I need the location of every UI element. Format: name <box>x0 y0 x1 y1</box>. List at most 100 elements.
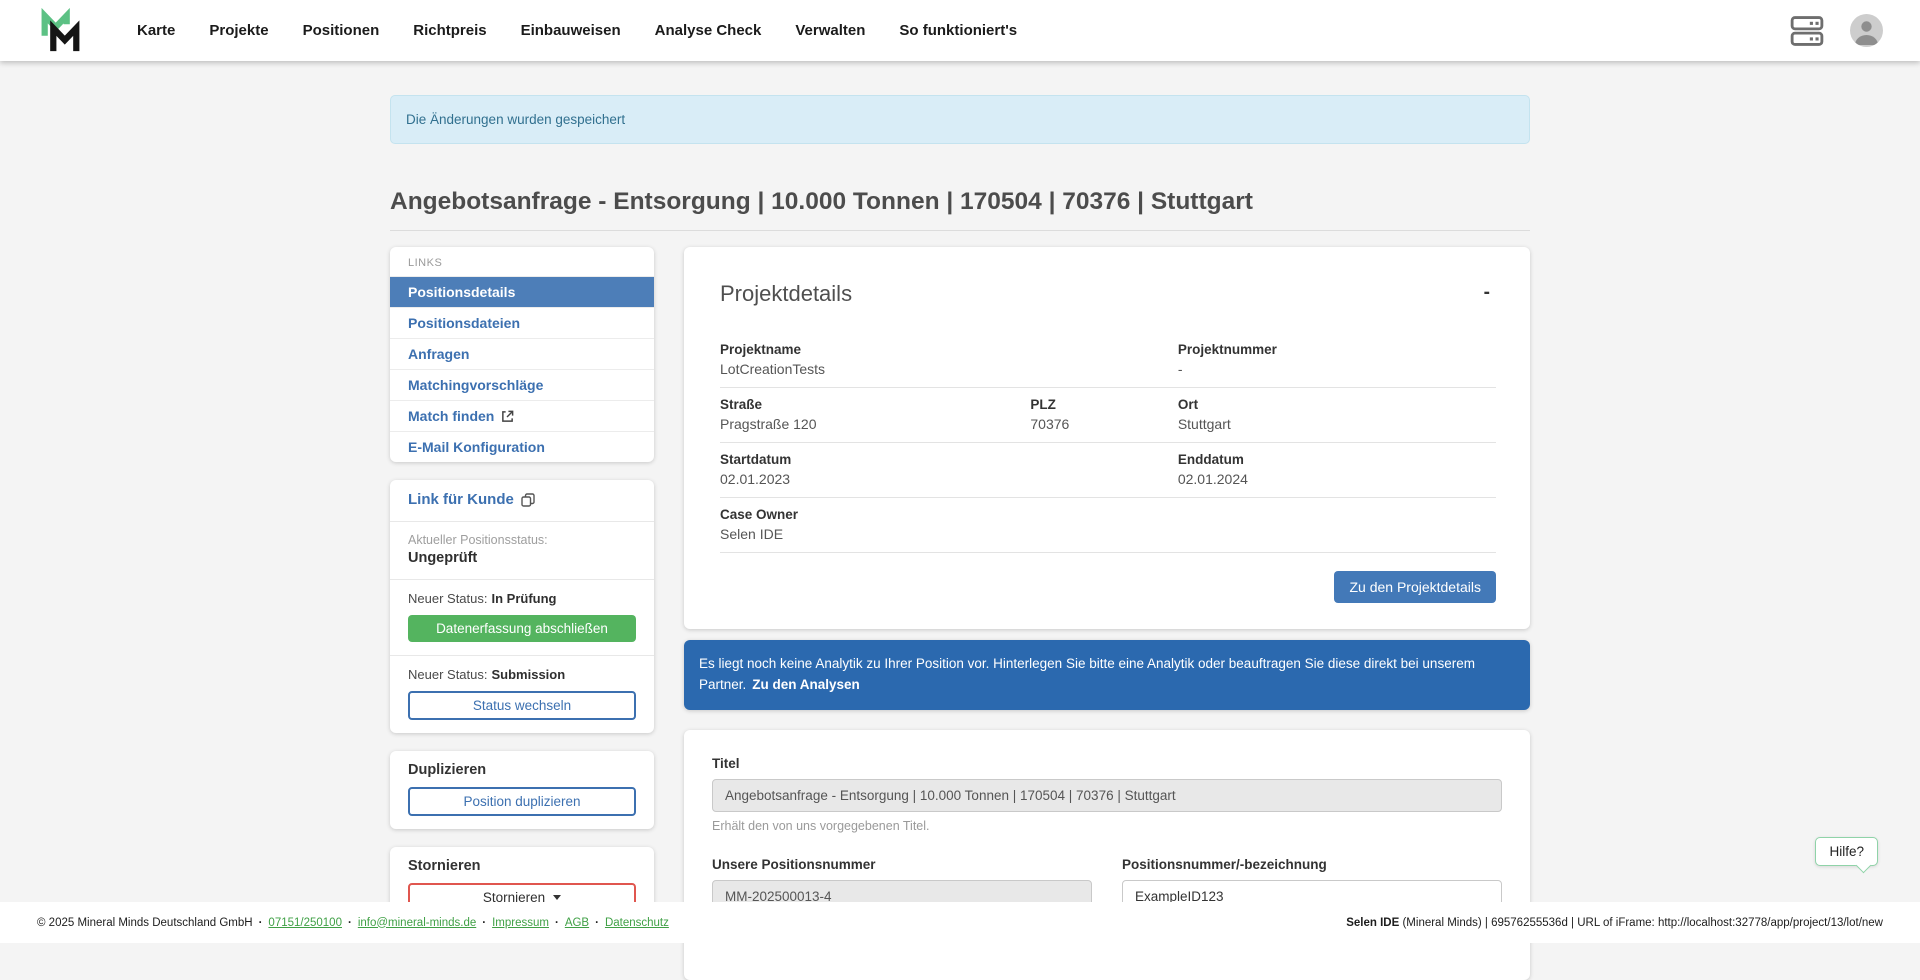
nav-item-analyse-check[interactable]: Analyse Check <box>655 22 762 39</box>
project-details-card: Projektdetails - Projektname LotCreation… <box>684 247 1530 629</box>
sidebar-item-positionsdateien[interactable]: Positionsdateien <box>390 307 654 338</box>
links-panel-header: LINKS <box>390 247 654 276</box>
footer-link-datenschutz[interactable]: Datenschutz <box>605 917 669 929</box>
sidebar: LINKS Positionsdetails Positionsdateien … <box>390 247 654 925</box>
titel-help-text: Erhält den von uns vorgegebenen Titel. <box>712 819 1502 833</box>
new-status-line-1: Neuer Status: In Prüfung <box>408 591 636 606</box>
project-row-name-number: Projektname LotCreationTests Projektnumm… <box>720 333 1496 388</box>
customer-link[interactable]: Link für Kunde <box>408 491 636 508</box>
new-status-value: Submission <box>492 667 566 682</box>
customer-link-label: Link für Kunde <box>408 491 514 508</box>
nav-item-karte[interactable]: Karte <box>137 22 175 39</box>
sidebar-item-email-konfiguration[interactable]: E-Mail Konfiguration <box>390 431 654 462</box>
analytics-info-banner: Es liegt noch keine Analytik zu Ihrer Po… <box>684 640 1530 710</box>
position-number-label: Positionsnummer/-bezeichnung <box>1122 857 1502 872</box>
current-status-label: Aktueller Positionsstatus: <box>408 533 636 547</box>
help-button[interactable]: Hilfe? <box>1815 837 1878 866</box>
sidebar-item-label: Matchingvorschläge <box>408 377 543 393</box>
project-row-dates: Startdatum 02.01.2023 Enddatum 02.01.202… <box>720 443 1496 498</box>
enddatum-value: 02.01.2024 <box>1178 471 1496 487</box>
new-status-line-2: Neuer Status: Submission <box>408 667 636 682</box>
sidebar-item-positionsdetails[interactable]: Positionsdetails <box>390 276 654 307</box>
status-panel: Link für Kunde Aktueller Positionsstatus… <box>390 480 654 733</box>
separator-dot <box>482 917 486 929</box>
new-status-value: In Prüfung <box>492 591 557 606</box>
sidebar-item-label: E-Mail Konfiguration <box>408 439 545 455</box>
sidebar-item-matchingvorschlaege[interactable]: Matchingvorschläge <box>390 369 654 400</box>
nav-item-richtpreis[interactable]: Richtpreis <box>413 22 486 39</box>
footer-link-agb[interactable]: AGB <box>565 917 589 929</box>
titel-input <box>712 779 1502 812</box>
mineral-minds-logo-icon[interactable] <box>37 8 83 54</box>
user-avatar-icon[interactable] <box>1850 14 1883 47</box>
to-project-details-button[interactable]: Zu den Projektdetails <box>1334 571 1496 603</box>
duplicate-position-button[interactable]: Position duplizieren <box>408 787 636 816</box>
duplicate-panel: Duplizieren Position duplizieren <box>390 751 654 829</box>
separator-dot <box>259 917 263 929</box>
ort-value: Stuttgart <box>1178 416 1496 432</box>
server-stack-icon[interactable] <box>1790 15 1824 47</box>
startdatum-label: Startdatum <box>720 452 1030 467</box>
project-row-address: Straße Pragstraße 120 PLZ 70376 Ort Stut… <box>720 388 1496 443</box>
titel-label: Titel <box>712 756 1502 771</box>
saved-alert: Die Änderungen wurden gespeichert <box>390 95 1530 144</box>
external-link-icon <box>501 410 514 423</box>
enddatum-label: Enddatum <box>1178 452 1496 467</box>
project-row-owner: Case Owner Selen IDE <box>720 498 1496 553</box>
footer-link-impressum[interactable]: Impressum <box>492 917 549 929</box>
separator-dot <box>555 917 559 929</box>
footer-link-phone[interactable]: 07151/250100 <box>268 917 342 929</box>
sidebar-item-anfragen[interactable]: Anfragen <box>390 338 654 369</box>
nav-item-projekte[interactable]: Projekte <box>209 22 268 39</box>
separator-dot <box>595 917 599 929</box>
saved-alert-text: Die Änderungen wurden gespeichert <box>406 112 625 127</box>
footer-session-info: Selen IDE (Mineral Minds) | 69576255536d… <box>1346 917 1883 929</box>
copyright-text: © 2025 Mineral Minds Deutschland GmbH <box>37 917 253 929</box>
projektname-value: LotCreationTests <box>720 361 1030 377</box>
top-navigation: Karte Projekte Positionen Richtpreis Ein… <box>0 0 1920 61</box>
nav-item-positionen[interactable]: Positionen <box>303 22 380 39</box>
projektname-label: Projektname <box>720 342 1030 357</box>
footer-user-name: Selen IDE <box>1346 917 1399 929</box>
case-owner-label: Case Owner <box>720 507 1030 522</box>
duplicate-panel-header: Duplizieren <box>408 762 636 778</box>
footer-session-details: (Mineral Minds) | 69576255536d | URL of … <box>1399 917 1883 929</box>
to-analyses-link[interactable]: Zu den Analysen <box>752 677 860 692</box>
plz-label: PLZ <box>1030 397 1177 412</box>
page-title: Angebotsanfrage - Entsorgung | 10.000 To… <box>390 188 1530 231</box>
case-owner-value: Selen IDE <box>720 526 1030 542</box>
nav-item-verwalten[interactable]: Verwalten <box>795 22 865 39</box>
complete-data-entry-button[interactable]: Datenerfassung abschließen <box>408 615 636 642</box>
copy-icon <box>521 493 535 507</box>
sidebar-item-label: Match finden <box>408 408 494 424</box>
caret-down-icon <box>553 895 561 900</box>
cancel-panel-header: Stornieren <box>408 858 636 874</box>
switch-status-button[interactable]: Status wechseln <box>408 691 636 720</box>
projektnummer-value: - <box>1178 361 1496 377</box>
nav-right-actions <box>1790 14 1883 47</box>
links-panel: LINKS Positionsdetails Positionsdateien … <box>390 247 654 462</box>
footer-link-email[interactable]: info@mineral-minds.de <box>358 917 476 929</box>
strasse-label: Straße <box>720 397 1030 412</box>
collapse-button[interactable]: - <box>1478 281 1496 304</box>
strasse-value: Pragstraße 120 <box>720 416 1030 432</box>
sidebar-item-label: Anfragen <box>408 346 469 362</box>
footer: © 2025 Mineral Minds Deutschland GmbH 07… <box>0 902 1920 943</box>
our-position-number-label: Unsere Positionsnummer <box>712 857 1092 872</box>
ort-label: Ort <box>1178 397 1496 412</box>
main-menu: Karte Projekte Positionen Richtpreis Ein… <box>137 22 1017 39</box>
startdatum-value: 02.01.2023 <box>720 471 1030 487</box>
sidebar-item-label: Positionsdateien <box>408 315 520 331</box>
footer-left: © 2025 Mineral Minds Deutschland GmbH 07… <box>37 917 669 929</box>
sidebar-item-label: Positionsdetails <box>408 284 515 300</box>
current-status-value: Ungeprüft <box>408 550 636 566</box>
plz-value: 70376 <box>1030 416 1177 432</box>
new-status-label: Neuer Status: <box>408 667 488 682</box>
nav-item-so-funktionierts[interactable]: So funktioniert's <box>899 22 1017 39</box>
separator-dot <box>348 917 352 929</box>
sidebar-item-match-finden[interactable]: Match finden <box>390 400 654 431</box>
main-content: Projektdetails - Projektname LotCreation… <box>684 247 1530 980</box>
new-status-label: Neuer Status: <box>408 591 488 606</box>
projektnummer-label: Projektnummer <box>1178 342 1496 357</box>
nav-item-einbauweisen[interactable]: Einbauweisen <box>521 22 621 39</box>
